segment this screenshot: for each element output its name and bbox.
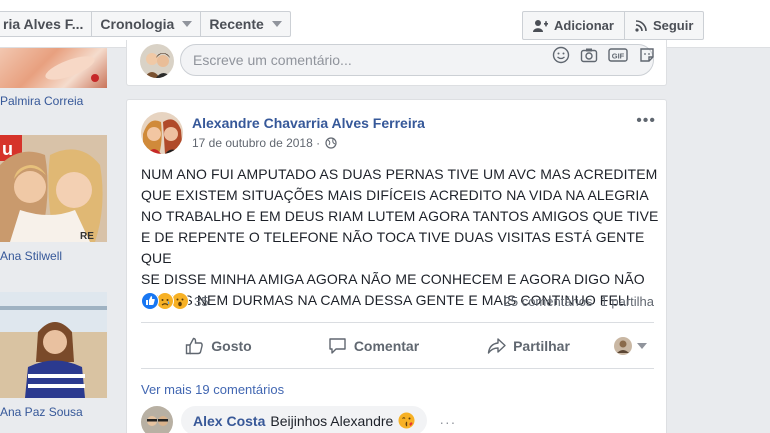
chevron-down-icon (271, 21, 282, 27)
reaction-audience-menu[interactable] (606, 337, 654, 355)
shares-count-link[interactable]: 1 partilha (601, 294, 654, 309)
chevron-down-icon (182, 21, 193, 27)
comment-input-placeholder: Escreve um comentário... (193, 52, 352, 68)
post-author-avatar[interactable] (141, 112, 183, 154)
comment-options-icon[interactable]: ··· (439, 414, 456, 430)
profile-actions: Adicionar Seguir (522, 11, 705, 40)
like-button[interactable]: Gosto (141, 337, 296, 355)
recent-label: Recente (209, 16, 264, 32)
view-more-comments-link[interactable]: Ver mais 19 comentários (141, 382, 284, 397)
follow-button[interactable]: Seguir (623, 12, 703, 39)
friend-name[interactable]: Ana Stilwell (0, 249, 62, 263)
post-author-name[interactable]: Alexandre Chavarria Alves Ferreira (192, 115, 425, 131)
add-friend-button[interactable]: Adicionar (523, 12, 624, 39)
svg-text:GIF: GIF (612, 52, 625, 61)
recent-dropdown[interactable]: Recente (201, 12, 289, 36)
gif-icon[interactable]: GIF (608, 46, 628, 64)
post-text: NUM ANO FUI AMPUTADO AS DUAS PERNAS TIVE… (141, 164, 661, 311)
post-card: Alexandre Chavarria Alves Ferreira 17 de… (126, 99, 667, 433)
divider (141, 322, 654, 323)
svg-text:RE: RE (80, 231, 94, 242)
post-stats: 25 comentários 1 partilha (504, 294, 654, 309)
post-text-line: QUE EXISTEM SITUAÇÕES MAIS DIFÍCEIS ACRE… (141, 187, 649, 203)
profile-name-label: ria Alves F... (3, 16, 84, 32)
comment-text: Beijinhos Alexandre (270, 412, 394, 429)
commenter-avatar[interactable] (141, 406, 173, 433)
globe-icon (325, 137, 337, 149)
post-text-line: NO TRABALHO E EM DEUS RIAM LUTEM AGORA T… (141, 208, 659, 224)
add-friend-icon (533, 20, 548, 32)
emoji-icon[interactable] (552, 46, 570, 64)
timeline-filters: ria Alves F... Cronologia Recente (0, 11, 291, 37)
comment-box-card: Escreve um comentário... GIF (126, 40, 667, 86)
comment-tools: GIF (552, 46, 656, 64)
comment-button[interactable]: Comentar (296, 337, 451, 355)
friend-photo[interactable] (0, 48, 107, 88)
share-icon (487, 338, 506, 354)
add-friend-label: Adicionar (554, 18, 614, 33)
timeline-dropdown[interactable]: Cronologia (92, 12, 202, 36)
timeline-label: Cronologia (100, 16, 175, 32)
like-reaction-icon (141, 292, 159, 310)
avatar[interactable] (140, 44, 174, 78)
comment-author[interactable]: Alex Costa (193, 413, 265, 429)
rss-icon (635, 19, 647, 32)
friend-photo[interactable]: u RE (0, 135, 107, 242)
sticker-icon[interactable] (638, 46, 656, 64)
post-text-line: E DE REPENTE O TELEFONE NÃO TOCA TIVE DU… (141, 229, 645, 266)
divider (141, 368, 654, 369)
share-button[interactable]: Partilhar (451, 337, 606, 355)
friend-name[interactable]: Palmira Correia (0, 94, 83, 108)
share-label: Partilhar (513, 338, 570, 354)
post-timestamp[interactable]: 17 de outubro de 2018 · (192, 136, 337, 150)
kiss-emoji-icon (398, 412, 415, 429)
profile-name-tab[interactable]: ria Alves F... (0, 12, 93, 36)
friends-column: Palmira Correia u RE Ana Stilwell Ana Pa… (0, 48, 108, 433)
post-options-icon[interactable]: ••• (636, 112, 656, 130)
avatar (613, 337, 632, 355)
like-label: Gosto (211, 338, 252, 354)
reaction-count: 35 (194, 293, 209, 309)
svg-text:u: u (2, 139, 13, 159)
comment-label: Comentar (353, 338, 420, 354)
reactions-summary[interactable]: 35 (141, 292, 208, 310)
chevron-down-icon (636, 343, 647, 349)
friend-photo[interactable] (0, 292, 107, 398)
camera-icon[interactable] (580, 46, 598, 64)
comment-item: Alex Costa Beijinhos Alexandre ··· (141, 406, 456, 433)
post-actions: Gosto Comentar Partilhar (141, 326, 654, 366)
post-text-line: SE DISSE MINHA AMIGA AGORA NÃO ME CONHEC… (141, 271, 645, 287)
thumbs-up-icon (186, 337, 204, 355)
comment-icon (329, 338, 346, 354)
friend-name[interactable]: Ana Paz Sousa (0, 405, 83, 419)
post-date-text: 17 de outubro de 2018 · (192, 136, 321, 150)
follow-label: Seguir (652, 18, 694, 33)
comments-count-link[interactable]: 25 comentários (504, 294, 593, 309)
comment-bubble: Alex Costa Beijinhos Alexandre (181, 406, 428, 433)
post-text-line: NUM ANO FUI AMPUTADO AS DUAS PERNAS TIVE… (141, 166, 658, 182)
